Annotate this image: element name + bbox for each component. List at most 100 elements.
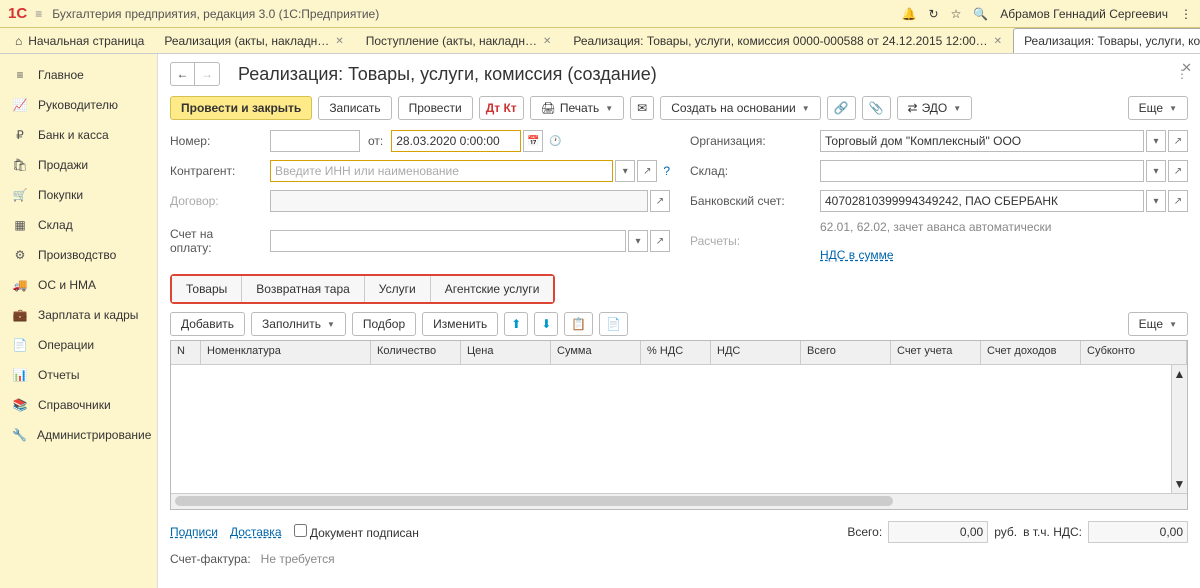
move-down-button[interactable]: ⬇: [534, 312, 558, 336]
create-based-button[interactable]: Создать на основании▼: [660, 96, 820, 120]
sidebar-item-sales[interactable]: 🛍Продажи: [0, 150, 157, 180]
copy-button[interactable]: 📋: [564, 312, 593, 336]
pick-button[interactable]: Подбор: [352, 312, 416, 336]
items-grid[interactable]: N Номенклатура Количество Цена Сумма % Н…: [170, 340, 1188, 510]
sidebar-item-admin[interactable]: 🔧Администрирование: [0, 420, 157, 450]
paste-button[interactable]: 📄: [599, 312, 628, 336]
close-icon[interactable]: ✕: [335, 36, 343, 47]
help-icon[interactable]: ?: [663, 164, 670, 178]
fill-button[interactable]: Заполнить▼: [251, 312, 346, 336]
tab-2[interactable]: Поступление (акты, накладн…✕: [355, 28, 563, 53]
move-up-button[interactable]: ⬆: [504, 312, 528, 336]
tab-3[interactable]: Реализация: Товары, услуги, комиссия 000…: [562, 28, 1013, 53]
dropdown-icon[interactable]: ▾: [628, 230, 648, 252]
invoice-input[interactable]: [270, 230, 626, 252]
toolbar: Провести и закрыть Записать Провести Дт …: [170, 96, 1188, 120]
dropdown-icon[interactable]: ▾: [1146, 190, 1166, 212]
more-button[interactable]: Еще▼: [1128, 96, 1188, 120]
sidebar-item-manager[interactable]: 📈Руководителю: [0, 90, 157, 120]
star-icon[interactable]: ☆: [951, 7, 962, 21]
user-name[interactable]: Абрамов Геннадий Сергеевич: [1000, 7, 1168, 21]
sidebar-item-bank[interactable]: ₽Банк и касса: [0, 120, 157, 150]
dropdown-icon[interactable]: ▾: [1146, 160, 1166, 182]
subtab-services[interactable]: Услуги: [365, 276, 431, 302]
open-icon[interactable]: ↗: [1168, 190, 1188, 212]
open-icon[interactable]: ↗: [637, 160, 657, 182]
counterparty-input[interactable]: Введите ИНН или наименование: [270, 160, 613, 182]
horizontal-scrollbar[interactable]: [171, 493, 1187, 509]
close-icon[interactable]: ✕: [543, 36, 551, 47]
sidebar-item-reports[interactable]: 📊Отчеты: [0, 360, 157, 390]
email-button[interactable]: ✉: [630, 96, 654, 120]
briefcase-icon: 💼: [12, 308, 28, 322]
attach-button[interactable]: 📎: [862, 96, 891, 120]
home-icon: ⌂: [15, 34, 22, 48]
search-icon[interactable]: 🔍: [973, 7, 988, 21]
doc-signed-checkbox[interactable]: Документ подписан: [294, 524, 419, 540]
calendar-icon[interactable]: 📅: [523, 130, 543, 152]
currency-label: руб.: [994, 525, 1017, 539]
sidebar-item-operations[interactable]: 📄Операции: [0, 330, 157, 360]
sidebar-item-purchases[interactable]: 🛒Покупки: [0, 180, 157, 210]
post-and-close-button[interactable]: Провести и закрыть: [170, 96, 312, 120]
number-input[interactable]: [270, 130, 360, 152]
vertical-scrollbar[interactable]: ▲▼: [1171, 365, 1187, 493]
signs-link[interactable]: Подписи: [170, 525, 218, 539]
close-panel-icon[interactable]: ✕: [1181, 60, 1192, 76]
bank-label: Банковский счет:: [690, 194, 800, 208]
bank-input[interactable]: 40702810399994349242, ПАО СБЕРБАНК: [820, 190, 1144, 212]
organization-input[interactable]: Торговый дом "Комплексный" ООО: [820, 130, 1144, 152]
open-icon[interactable]: ↗: [650, 190, 670, 212]
grid-body[interactable]: [171, 365, 1187, 493]
open-icon[interactable]: ↗: [1168, 130, 1188, 152]
close-icon[interactable]: ✕: [994, 36, 1002, 47]
subtab-goods[interactable]: Товары: [172, 276, 242, 302]
tab-home[interactable]: ⌂Начальная страница: [6, 28, 153, 53]
open-icon[interactable]: ↗: [1168, 160, 1188, 182]
delivery-link[interactable]: Доставка: [230, 525, 282, 539]
menu-icon[interactable]: ≡: [35, 7, 42, 21]
bell-icon[interactable]: 🔔: [902, 7, 917, 21]
tab-4-active[interactable]: Реализация: Товары, услуги, комиссия (со…: [1013, 28, 1200, 53]
page-title: Реализация: Товары, услуги, комиссия (со…: [238, 64, 657, 85]
sidebar-item-salary[interactable]: 💼Зарплата и кадры: [0, 300, 157, 330]
back-button[interactable]: ←: [171, 63, 195, 85]
sidebar-item-warehouse[interactable]: ▦Склад: [0, 210, 157, 240]
sidebar-item-catalogs[interactable]: 📚Справочники: [0, 390, 157, 420]
sidebar-item-production[interactable]: ⚙Производство: [0, 240, 157, 270]
number-label: Номер:: [170, 134, 250, 148]
invoice-label: Счет на оплату:: [170, 227, 250, 255]
contract-label: Договор:: [170, 194, 250, 208]
contract-input: [270, 190, 648, 212]
wrench-icon: 🔧: [12, 428, 27, 442]
dtkt-button[interactable]: Дт Кт: [479, 96, 524, 120]
history-icon[interactable]: ↻: [929, 7, 939, 21]
sidebar-item-os[interactable]: 🚚ОС и НМА: [0, 270, 157, 300]
bag-icon: 🛍: [12, 158, 28, 172]
edo-button[interactable]: ⇄ ЭДО▼: [897, 96, 973, 120]
link-button[interactable]: 🔗: [827, 96, 856, 120]
print-button[interactable]: 🖨 Печать▼: [530, 96, 624, 120]
tab-1[interactable]: Реализация (акты, накладн…✕: [153, 28, 354, 53]
warehouse-input[interactable]: [820, 160, 1144, 182]
subtab-agent[interactable]: Агентские услуги: [431, 276, 554, 302]
time-icon[interactable]: 🕐: [545, 130, 565, 152]
open-icon[interactable]: ↗: [650, 230, 670, 252]
footer-row-2: Счет-фактура: Не требуется: [170, 552, 1188, 566]
dropdown-icon[interactable]: ▾: [615, 160, 635, 182]
save-button[interactable]: Записать: [318, 96, 391, 120]
main-content: ✕ ← → Реализация: Товары, услуги, комисс…: [158, 54, 1200, 588]
vat-link[interactable]: НДС в сумме: [820, 248, 894, 262]
options-icon[interactable]: ⋮: [1180, 7, 1192, 21]
app-title: Бухгалтерия предприятия, редакция 3.0 (1…: [52, 7, 901, 21]
add-row-button[interactable]: Добавить: [170, 312, 245, 336]
cart-icon: 🛒: [12, 188, 28, 202]
edit-button[interactable]: Изменить: [422, 312, 498, 336]
more-table-button[interactable]: Еще▼: [1128, 312, 1188, 336]
forward-button[interactable]: →: [195, 63, 219, 85]
date-input[interactable]: 28.03.2020 0:00:00: [391, 130, 521, 152]
dropdown-icon[interactable]: ▾: [1146, 130, 1166, 152]
post-button[interactable]: Провести: [398, 96, 473, 120]
sidebar-item-main[interactable]: ≡Главное: [0, 60, 157, 90]
subtab-returnable[interactable]: Возвратная тара: [242, 276, 365, 302]
